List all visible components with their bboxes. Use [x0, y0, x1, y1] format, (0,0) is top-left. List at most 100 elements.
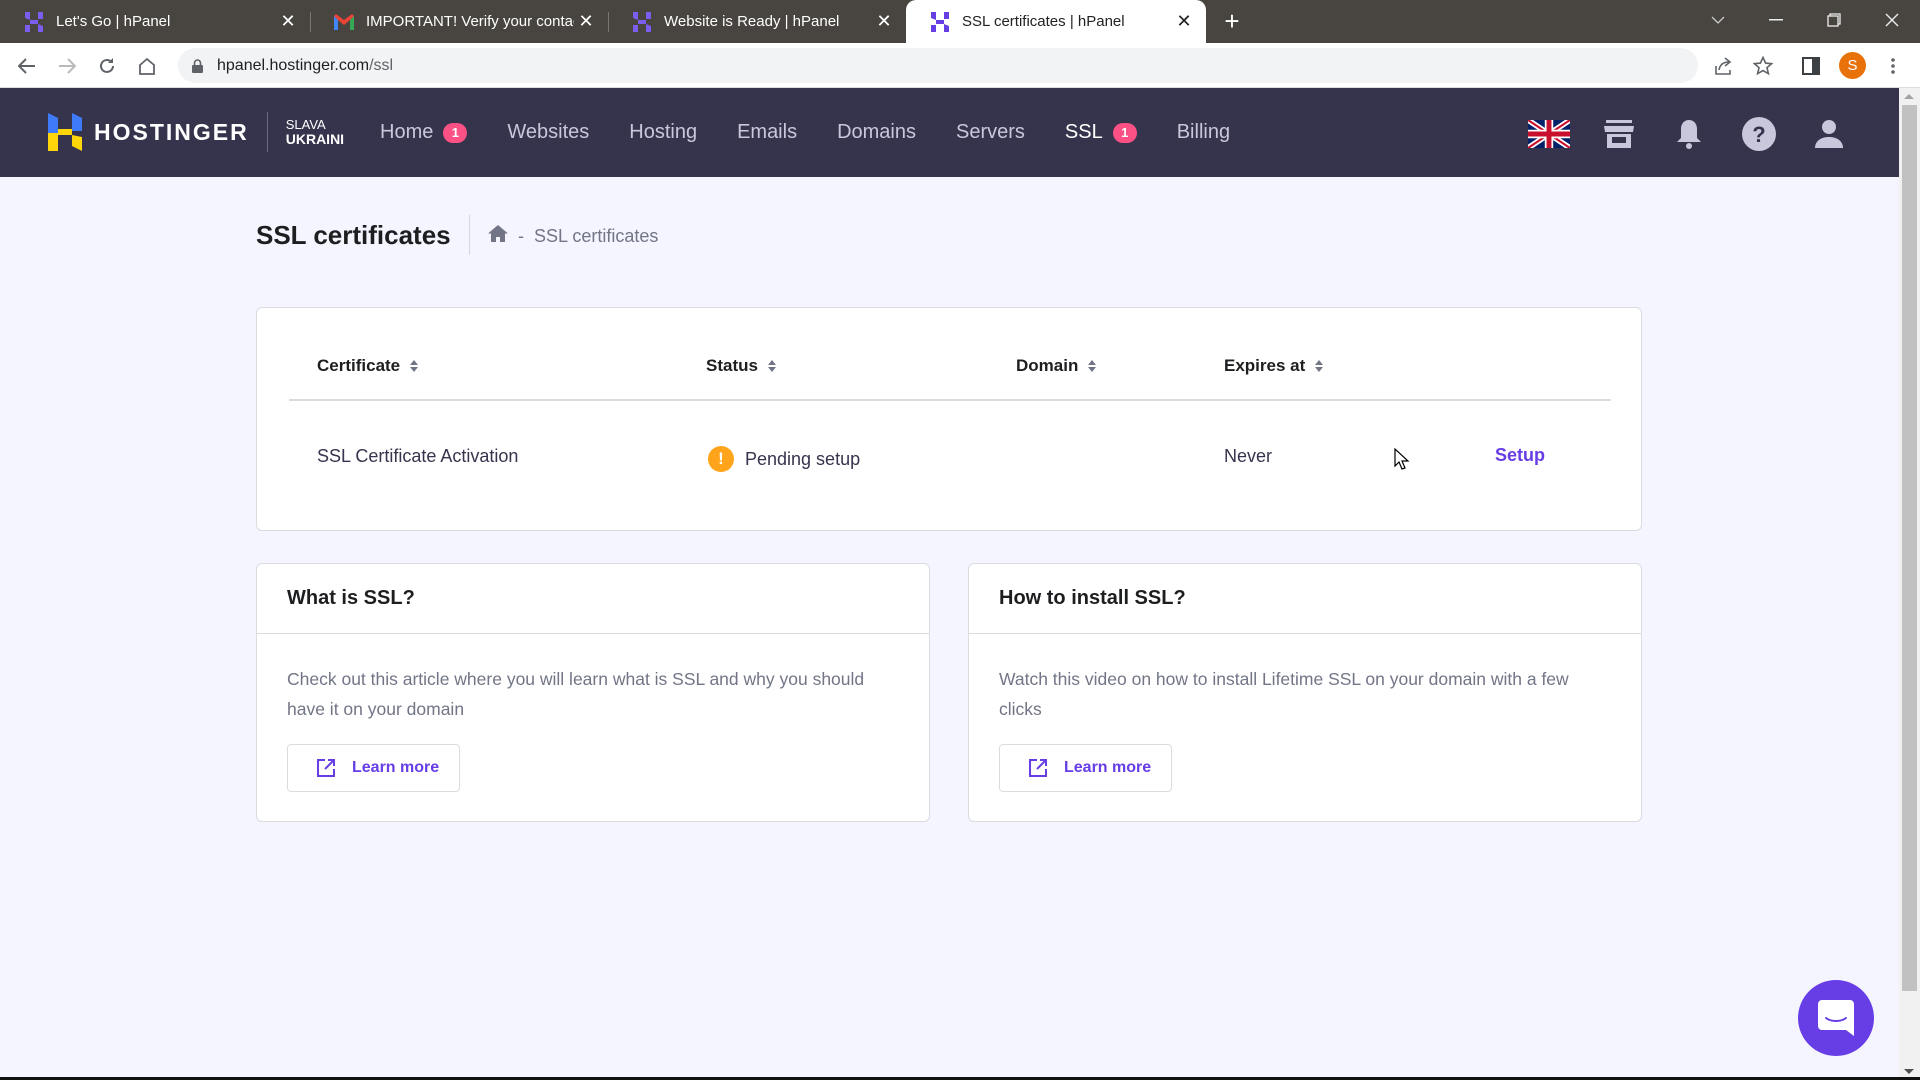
tab-title: Website is Ready | hPanel	[664, 13, 840, 30]
scroll-up-icon[interactable]	[1904, 94, 1914, 99]
reload-icon[interactable]	[92, 51, 122, 81]
column-label: Domain	[1016, 356, 1079, 375]
nav-domains[interactable]: Domains	[837, 121, 916, 144]
notification-badge: 1	[443, 122, 468, 143]
tab-title: IMPORTANT! Verify your contact	[366, 13, 574, 30]
cell-expires: Never	[1224, 446, 1273, 466]
sort-icon[interactable]	[1315, 360, 1324, 372]
setup-button[interactable]: Setup	[1495, 445, 1545, 466]
bell-icon[interactable]	[1667, 114, 1711, 154]
cell-status: ! Pending setup	[708, 446, 860, 472]
sort-icon[interactable]	[767, 360, 776, 372]
tab-search-icon[interactable]	[1690, 0, 1746, 40]
gmail-favicon	[334, 12, 354, 32]
browser-tab[interactable]: Let's Go | hPanel ✕	[0, 0, 310, 43]
slogan-line-1: SLAVA	[285, 117, 326, 132]
brand-name: HOSTINGER	[94, 118, 249, 145]
nav-websites[interactable]: Websites	[507, 121, 589, 144]
close-tab-icon[interactable]: ✕	[276, 10, 300, 34]
brand[interactable]: HOSTINGER SLAVA UKRAINI	[48, 112, 344, 152]
home-icon[interactable]	[132, 51, 162, 81]
back-icon[interactable]	[12, 51, 42, 81]
live-chat-button[interactable]	[1798, 980, 1874, 1056]
mouse-cursor-icon	[1394, 448, 1410, 470]
url-host: hpanel.hostinger.com	[217, 56, 370, 74]
nav-servers[interactable]: Servers	[956, 121, 1025, 144]
bookmark-star-icon[interactable]	[1748, 51, 1778, 81]
notification-badge: 1	[1112, 122, 1137, 143]
forward-icon[interactable]	[52, 51, 82, 81]
browser-tab[interactable]: IMPORTANT! Verify your contact ✕	[310, 0, 608, 43]
store-icon[interactable]	[1597, 114, 1641, 154]
sort-icon[interactable]	[410, 360, 419, 372]
nav-label: Domains	[837, 121, 916, 143]
nav-billing[interactable]: Billing	[1177, 121, 1230, 144]
learn-more-button[interactable]: Learn more	[287, 744, 460, 792]
profile-avatar[interactable]: S	[1839, 52, 1866, 79]
column-header-status[interactable]: Status	[706, 356, 776, 376]
breadcrumb-home-icon[interactable]	[488, 225, 508, 247]
new-tab-button[interactable]: +	[1218, 8, 1246, 36]
site-header: HOSTINGER SLAVA UKRAINI Home 1 Websites …	[0, 88, 1899, 177]
page-scrollbar[interactable]	[1899, 88, 1920, 1080]
hostinger-favicon	[24, 11, 44, 32]
how-to-install-ssl-card: How to install SSL? Watch this video on …	[968, 563, 1642, 822]
learn-more-button[interactable]: Learn more	[999, 744, 1172, 792]
brand-divider	[266, 112, 268, 152]
slogan-line-2: UKRAINI	[285, 131, 345, 147]
address-bar[interactable]: hpanel.hostinger.com/ssl	[178, 48, 1698, 83]
nav-home[interactable]: Home 1	[380, 121, 468, 144]
column-header-certificate[interactable]: Certificate	[317, 356, 419, 376]
chat-icon	[1818, 1000, 1854, 1036]
main-menu: Home 1 Websites Hosting Emails Domains S…	[380, 88, 1270, 177]
column-header-expires-at[interactable]: Expires at	[1224, 356, 1324, 376]
nav-label: Hosting	[629, 121, 698, 143]
nav-label: Emails	[737, 121, 798, 143]
nav-label: Websites	[507, 121, 590, 143]
hostinger-favicon	[632, 11, 652, 32]
browser-toolbar: hpanel.hostinger.com/ssl S	[0, 43, 1920, 88]
scroll-down-icon[interactable]	[1904, 1069, 1914, 1074]
browser-tab-active[interactable]: SSL certificates | hPanel ✕	[906, 0, 1206, 43]
status-text: Pending setup	[745, 448, 861, 469]
help-icon[interactable]: ?	[1737, 114, 1781, 154]
restore-icon[interactable]	[1806, 0, 1862, 40]
user-icon[interactable]	[1807, 114, 1851, 154]
close-tab-icon[interactable]: ✕	[872, 10, 896, 34]
hostinger-logo-icon	[48, 113, 82, 151]
brand-slogan: SLAVA UKRAINI	[286, 117, 344, 147]
nav-hosting[interactable]: Hosting	[629, 121, 697, 144]
external-link-icon	[317, 759, 335, 777]
lock-icon[interactable]	[192, 58, 203, 73]
nav-label: Home	[380, 121, 434, 143]
breadcrumb-separator: -	[518, 225, 524, 246]
browser-tab[interactable]: Website is Ready | hPanel ✕	[608, 0, 906, 43]
svg-text:?: ?	[1752, 122, 1765, 147]
tab-title: Let's Go | hPanel	[56, 13, 171, 30]
cell-certificate: SSL Certificate Activation	[317, 446, 519, 466]
hostinger-favicon	[930, 11, 950, 32]
table-header-divider	[289, 399, 1611, 401]
column-header-domain[interactable]: Domain	[1016, 356, 1097, 376]
share-icon[interactable]	[1708, 51, 1738, 81]
scrollbar-thumb[interactable]	[1902, 105, 1917, 991]
title-divider	[469, 215, 470, 255]
nav-emails[interactable]: Emails	[737, 121, 797, 144]
close-tab-icon[interactable]: ✕	[574, 10, 598, 34]
certificates-table: Certificate Status Domain Expires at SSL…	[256, 307, 1642, 531]
close-tab-icon[interactable]: ✕	[1172, 10, 1196, 34]
card-description: Check out this article where you will le…	[287, 669, 865, 719]
uk-flag-icon[interactable]	[1527, 114, 1571, 154]
breadcrumb: - SSL certificates	[488, 225, 658, 247]
close-window-icon[interactable]	[1864, 0, 1920, 40]
side-panel-icon[interactable]	[1796, 51, 1826, 81]
sort-icon[interactable]	[1088, 360, 1097, 372]
minimize-icon[interactable]	[1748, 0, 1804, 40]
external-link-icon	[1029, 759, 1047, 777]
nav-ssl[interactable]: SSL 1	[1065, 121, 1137, 144]
column-label: Expires at	[1224, 356, 1306, 375]
nav-label: SSL	[1064, 121, 1103, 143]
kebab-menu-icon[interactable]	[1878, 51, 1908, 81]
card-title: What is SSL?	[257, 564, 929, 634]
column-label: Status	[706, 356, 758, 375]
